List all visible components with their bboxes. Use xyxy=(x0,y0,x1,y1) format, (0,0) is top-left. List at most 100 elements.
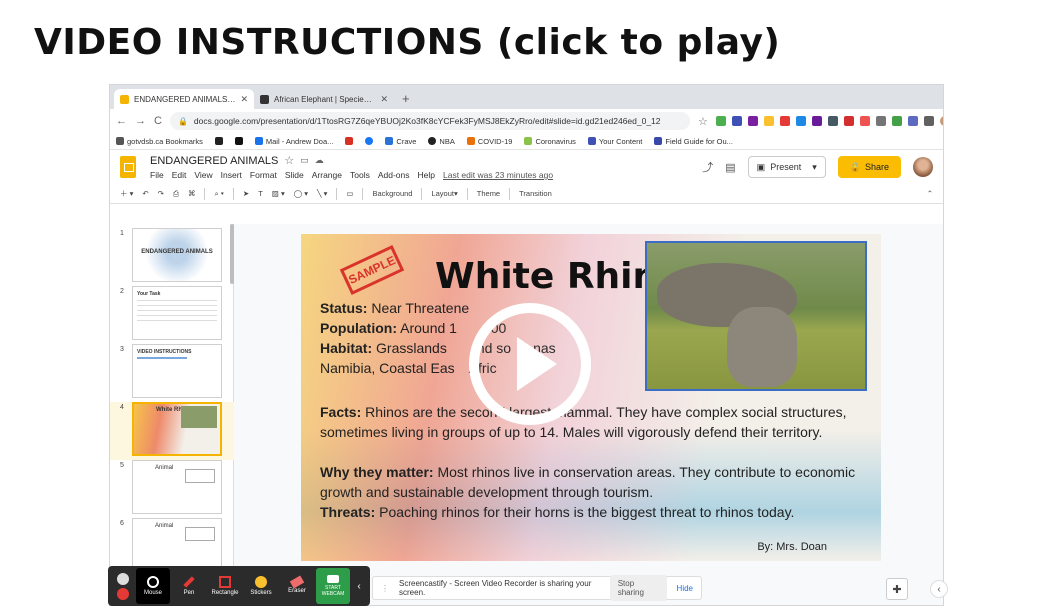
slide-thumbnail-3[interactable]: 3 VIDEO INSTRUCTIONS xyxy=(110,344,234,402)
extension-icon[interactable] xyxy=(891,116,902,126)
doc-title[interactable]: ENDANGERED ANIMALS xyxy=(150,155,278,167)
rectangle-tool[interactable]: Rectangle xyxy=(208,568,242,604)
menu-view[interactable]: View xyxy=(194,170,212,180)
star-icon[interactable]: ☆ xyxy=(284,154,294,167)
reload-icon[interactable]: C xyxy=(154,115,162,127)
extension-icon[interactable] xyxy=(747,116,758,126)
tab-african-elephant[interactable]: African Elephant | Species | W ✕ xyxy=(254,89,394,109)
redo-icon[interactable]: ↷ xyxy=(158,189,164,198)
bookmark-item[interactable]: Mail - Andrew Doa... xyxy=(254,137,333,146)
print-icon[interactable]: ⎙ xyxy=(173,189,179,199)
extension-icon[interactable] xyxy=(715,116,726,126)
comment-icon[interactable]: ▭ xyxy=(346,189,353,198)
pen-tool[interactable]: Pen xyxy=(172,568,206,604)
play-button-icon[interactable] xyxy=(469,303,591,425)
back-icon[interactable]: ← xyxy=(116,115,127,127)
avatar[interactable] xyxy=(913,157,933,177)
transition-button[interactable]: Transition xyxy=(519,189,552,198)
activity-icon[interactable]: ⤴ xyxy=(702,159,713,175)
background-button[interactable]: Background xyxy=(372,189,412,198)
address-bar[interactable]: 🔒 docs.google.com/presentation/d/1TtosRG… xyxy=(169,112,690,130)
menu-format[interactable]: Format xyxy=(250,170,277,180)
stickers-tool[interactable]: Stickers xyxy=(244,568,278,604)
new-tab-button[interactable]: + xyxy=(394,89,418,109)
bookmark-item[interactable]: NBA xyxy=(428,137,455,146)
collapse-toolbar-icon[interactable]: ⌃ xyxy=(927,189,933,198)
extension-icon[interactable] xyxy=(859,116,870,126)
bookmark-item[interactable]: Crave xyxy=(385,137,416,146)
extension-icon[interactable] xyxy=(811,116,822,126)
current-slide[interactable]: SAMPLE White Rhino Status: Near Threaten… xyxy=(301,234,881,561)
image-icon[interactable]: ▨ ▾ xyxy=(272,189,285,198)
toolbar-drag-handle[interactable] xyxy=(112,568,134,604)
mouse-tool[interactable]: Mouse xyxy=(136,568,170,604)
menu-addons[interactable]: Add-ons xyxy=(378,170,410,180)
share-button[interactable]: 🔒 Share xyxy=(837,156,901,178)
menu-arrange[interactable]: Arrange xyxy=(312,170,342,180)
bookmark-item[interactable]: gotvdsb.ca Bookmarks xyxy=(116,137,203,146)
chevron-down-icon[interactable]: ▾ xyxy=(812,162,817,173)
menu-insert[interactable]: Insert xyxy=(221,170,242,180)
extension-icon[interactable] xyxy=(907,116,918,126)
collapse-toolbar-icon[interactable]: ‹ xyxy=(352,581,366,592)
paint-format-icon[interactable]: ⌘ xyxy=(188,189,196,198)
menu-slide[interactable]: Slide xyxy=(285,170,304,180)
bookmark-item[interactable]: Coronavirus xyxy=(524,137,576,146)
star-icon[interactable]: ☆ xyxy=(698,115,708,128)
theme-button[interactable]: Theme xyxy=(477,189,500,198)
bookmark-item[interactable]: COVID-19 xyxy=(466,137,512,146)
bookmark-item[interactable] xyxy=(234,137,243,145)
select-icon[interactable]: ➤ xyxy=(243,189,249,198)
shape-icon[interactable]: ◯ ▾ xyxy=(294,189,308,198)
bookmark-item[interactable] xyxy=(365,137,374,145)
side-panel-collapse-icon[interactable]: ‹ xyxy=(930,580,948,598)
pause-icon[interactable] xyxy=(117,572,129,585)
extension-icon[interactable] xyxy=(843,116,854,126)
stop-sharing-button[interactable]: Stop sharing xyxy=(609,575,667,601)
slide-number: 1 xyxy=(120,230,124,237)
bookmark-item[interactable]: Field Guide for Ou... xyxy=(654,137,733,146)
close-icon[interactable]: ✕ xyxy=(380,94,388,105)
last-edit-link[interactable]: Last edit was 23 minutes ago xyxy=(443,170,553,180)
zoom-icon[interactable]: ⌕ ▾ xyxy=(214,189,223,199)
line-icon[interactable]: ╲ ▾ xyxy=(317,189,327,198)
close-icon[interactable]: ✕ xyxy=(240,94,248,105)
slides-logo-icon[interactable] xyxy=(120,156,136,178)
slide-thumbnail-4[interactable]: 4 White Rhino xyxy=(110,402,234,460)
present-button[interactable]: ▣ Present ▾ xyxy=(747,156,826,178)
eraser-tool[interactable]: Eraser xyxy=(280,568,314,604)
explore-icon[interactable]: ✚ xyxy=(886,578,908,600)
profile-avatar[interactable] xyxy=(939,116,943,126)
extension-icon[interactable] xyxy=(779,116,790,126)
puzzle-icon[interactable] xyxy=(923,116,934,126)
extension-icon[interactable] xyxy=(795,116,806,126)
textbox-icon[interactable]: T xyxy=(258,189,263,198)
slide-thumbnail-5[interactable]: 5 Animal xyxy=(110,460,234,518)
divider xyxy=(421,187,423,200)
folder-icon[interactable]: ▭ xyxy=(300,155,309,166)
cloud-icon[interactable]: ☁ xyxy=(315,155,324,166)
undo-icon[interactable]: ↶ xyxy=(142,189,148,198)
extension-icon[interactable] xyxy=(875,116,886,126)
extension-icon[interactable] xyxy=(763,116,774,126)
menu-file[interactable]: File xyxy=(150,170,164,180)
menu-edit[interactable]: Edit xyxy=(172,170,187,180)
extension-icon[interactable] xyxy=(731,116,742,126)
hide-button[interactable]: Hide xyxy=(677,584,693,593)
bookmark-item[interactable] xyxy=(214,137,223,145)
menu-help[interactable]: Help xyxy=(418,170,435,180)
menu-tools[interactable]: Tools xyxy=(350,170,370,180)
slide-thumbnail-1[interactable]: 1 ENDANGERED ANIMALS xyxy=(110,228,234,286)
tab-endangered-animals[interactable]: ENDANGERED ANIMALS - Goo ✕ xyxy=(114,89,254,109)
bookmark-item[interactable]: Your Content xyxy=(587,137,642,146)
stop-record-icon[interactable] xyxy=(117,587,129,600)
start-webcam-button[interactable]: START WEBCAM xyxy=(316,568,350,604)
slide-thumbnail-2[interactable]: 2 Your Task xyxy=(110,286,234,344)
new-slide-icon[interactable]: ＋ ▾ xyxy=(120,188,133,199)
forward-icon[interactable]: → xyxy=(135,115,146,127)
layout-button[interactable]: Layout▾ xyxy=(431,189,457,198)
drag-icon[interactable]: ⋮ xyxy=(381,584,389,593)
comments-icon[interactable]: ▤ xyxy=(725,161,735,174)
extension-icon[interactable] xyxy=(827,116,838,126)
bookmark-item[interactable] xyxy=(345,137,354,145)
